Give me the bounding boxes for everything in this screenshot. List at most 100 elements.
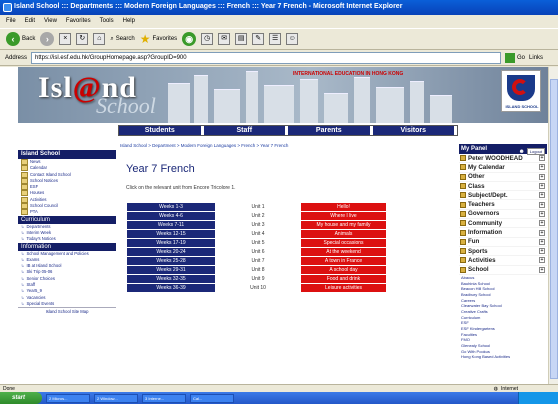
- curriculum-header: Curriculum: [18, 215, 116, 224]
- panel-link-hong-kong-based-activities[interactable]: Hong Kong Based Activities: [459, 354, 547, 360]
- panel-item-class[interactable]: Class +: [459, 182, 547, 192]
- nav-parents[interactable]: Parents: [288, 126, 370, 135]
- menu-tools[interactable]: Tools: [100, 18, 114, 24]
- panel-item-governors[interactable]: Governors +: [459, 210, 547, 220]
- folder-icon: [460, 183, 466, 190]
- topic-cell[interactable]: Animals: [301, 229, 386, 240]
- topic-cell[interactable]: At the weekend: [301, 247, 386, 258]
- vertical-scrollbar[interactable]: [548, 67, 558, 384]
- back-button[interactable]: ‹ Back: [6, 32, 35, 46]
- weeks-cell[interactable]: Weeks 29-31: [127, 265, 215, 276]
- expand-icon[interactable]: +: [539, 201, 545, 208]
- panel-item-fun[interactable]: Fun +: [459, 238, 547, 247]
- edit-icon[interactable]: ✎: [252, 33, 265, 45]
- links-button[interactable]: Links: [529, 55, 543, 61]
- scroll-thumb[interactable]: [550, 79, 558, 379]
- panel-item-my-calendar[interactable]: My Calendar +: [459, 163, 547, 173]
- expand-icon[interactable]: +: [539, 183, 545, 190]
- taskbar-item[interactable]: 3 Interne...: [142, 393, 186, 403]
- expand-icon[interactable]: +: [539, 266, 545, 273]
- panel-item-teachers[interactable]: Teachers +: [459, 200, 547, 210]
- menu-favorites[interactable]: Favorites: [66, 18, 91, 24]
- expand-icon[interactable]: +: [539, 220, 545, 227]
- unit-cell[interactable]: Unit 2: [215, 211, 301, 222]
- topic-cell[interactable]: My house and my family: [301, 220, 386, 231]
- nav-visitors[interactable]: Visitors: [372, 126, 454, 135]
- weeks-cell[interactable]: Weeks 7-11: [127, 220, 215, 231]
- weeks-cell[interactable]: Weeks 4-6: [127, 211, 215, 222]
- unit-cell[interactable]: Unit 3: [215, 220, 301, 231]
- panel-item-peter-woodhead[interactable]: Peter WOODHEAD +: [459, 154, 547, 164]
- menu-file[interactable]: File: [6, 18, 16, 24]
- menu-help[interactable]: Help: [123, 18, 135, 24]
- history-icon[interactable]: ◷: [201, 33, 214, 45]
- weeks-cell[interactable]: Weeks 36-39: [127, 283, 215, 294]
- unit-cell[interactable]: Unit 6: [215, 247, 301, 258]
- page-viewport: Isl@nd School INTERNATIONAL EDUCATION IN…: [0, 67, 548, 384]
- panel-item-activities[interactable]: Activities +: [459, 256, 547, 266]
- expand-icon[interactable]: +: [539, 257, 545, 264]
- menu-view[interactable]: View: [44, 18, 57, 24]
- favorites-button[interactable]: ★ Favorites: [140, 32, 177, 46]
- nav-staff[interactable]: Staff: [203, 126, 285, 135]
- expand-icon[interactable]: +: [539, 210, 545, 217]
- panel-item-label: Fun: [468, 238, 480, 246]
- topic-cell[interactable]: Hello!: [301, 203, 386, 213]
- weeks-cell[interactable]: Weeks 32-35: [127, 274, 215, 285]
- messenger-icon[interactable]: ☺: [286, 33, 299, 45]
- topic-cell[interactable]: Leisure activities: [301, 283, 386, 294]
- expand-icon[interactable]: +: [539, 248, 545, 255]
- taskbar-item[interactable]: Cal...: [190, 393, 234, 403]
- weeks-cell[interactable]: Weeks 17-19: [127, 238, 215, 249]
- refresh-icon[interactable]: ↻: [76, 33, 89, 45]
- topic-cell[interactable]: Food and drink: [301, 274, 386, 285]
- print-icon[interactable]: ▤: [235, 33, 248, 45]
- unit-cell[interactable]: Unit 10: [215, 283, 301, 294]
- menu-edit[interactable]: Edit: [25, 18, 35, 24]
- weeks-cell[interactable]: Weeks 1-3: [127, 203, 215, 213]
- weeks-cell[interactable]: Weeks 12-15: [127, 229, 215, 240]
- topic-cell[interactable]: A school day: [301, 265, 386, 276]
- topic-cell[interactable]: Where I live: [301, 211, 386, 222]
- expand-icon[interactable]: +: [539, 164, 545, 171]
- topic-cell[interactable]: A town in France: [301, 256, 386, 267]
- breadcrumb[interactable]: Island School > Department > Modern Fore…: [120, 143, 288, 148]
- stop-icon[interactable]: ×: [59, 33, 72, 45]
- mail-icon[interactable]: ✉: [218, 33, 231, 45]
- expand-icon[interactable]: +: [539, 173, 545, 180]
- home-icon[interactable]: ⌂: [93, 33, 106, 45]
- unit-cell[interactable]: Unit 5: [215, 238, 301, 249]
- expand-icon[interactable]: +: [539, 192, 545, 199]
- forward-button[interactable]: ›: [40, 32, 55, 46]
- weeks-cell[interactable]: Weeks 20-24: [127, 247, 215, 258]
- panel-item-sports[interactable]: Sports +: [459, 247, 547, 257]
- slogan: INTERNATIONAL EDUCATION IN HONG KONG: [293, 71, 404, 77]
- unit-cell[interactable]: Unit 8: [215, 265, 301, 276]
- unit-cell[interactable]: Unit 7: [215, 256, 301, 267]
- taskbar-item[interactable]: 2 Micros...: [46, 393, 90, 403]
- weeks-cell[interactable]: Weeks 25-28: [127, 256, 215, 267]
- taskbar-item[interactable]: 2 Window...: [94, 393, 138, 403]
- expand-icon[interactable]: +: [539, 238, 545, 245]
- address-input[interactable]: https://isl.esf.edu.hk/GroupHomepage.asp…: [31, 51, 502, 64]
- start-button[interactable]: start: [0, 392, 42, 404]
- panel-item-school[interactable]: School +: [459, 266, 547, 275]
- panel-item-community[interactable]: Community +: [459, 219, 547, 229]
- left-sidebar: Island School News Calendar Contact Island…: [18, 150, 116, 384]
- unit-cell[interactable]: Unit 1: [215, 203, 301, 213]
- media-icon[interactable]: ◉: [182, 32, 197, 46]
- panel-item-subject-dept[interactable]: Subject/Dept. +: [459, 191, 547, 201]
- search-button[interactable]: ⌕ Search: [110, 36, 134, 43]
- unit-cell[interactable]: Unit 9: [215, 274, 301, 285]
- discuss-icon[interactable]: ☰: [269, 33, 282, 45]
- panel-title: My Panel: [461, 146, 488, 152]
- expand-icon[interactable]: +: [539, 155, 545, 162]
- unit-cell[interactable]: Unit 4: [215, 229, 301, 240]
- expand-icon[interactable]: +: [539, 229, 545, 236]
- site-map-link[interactable]: Island School Site Map: [18, 307, 116, 314]
- nav-students[interactable]: Students: [119, 126, 201, 135]
- panel-item-other[interactable]: Other +: [459, 173, 547, 182]
- go-button[interactable]: Go: [505, 52, 525, 63]
- panel-item-information[interactable]: Information +: [459, 228, 547, 238]
- topic-cell[interactable]: Special occasions: [301, 238, 386, 249]
